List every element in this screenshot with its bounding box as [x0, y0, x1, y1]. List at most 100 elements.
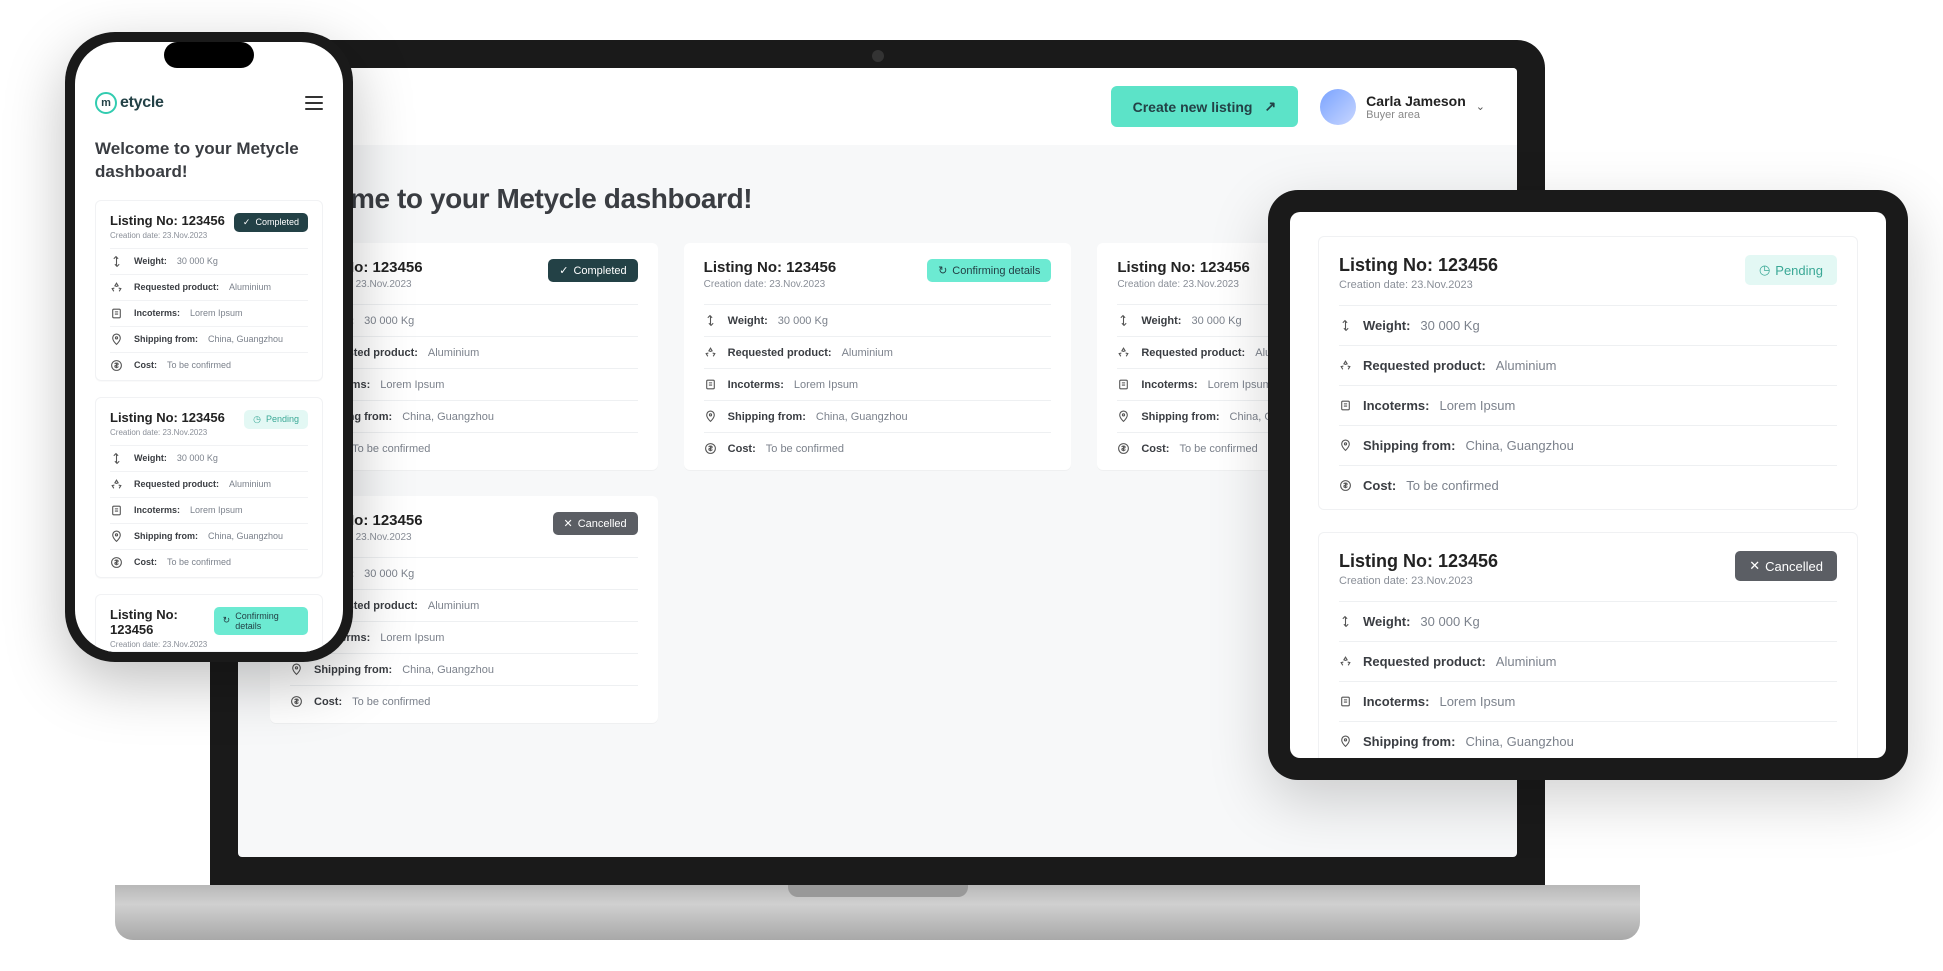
pin-icon [1339, 735, 1353, 748]
row-value: Aluminium [229, 282, 271, 292]
listing-row: Weight: 30 000 Kg [1339, 601, 1837, 641]
listing-row: Incoterms: Lorem Ipsum [110, 497, 308, 523]
listing-row: Requested product: Aluminium [704, 336, 1052, 368]
status-icon: ◷ [1759, 262, 1770, 278]
row-value: 30 000 Kg [1420, 318, 1479, 333]
row-label: Cost: [1363, 478, 1396, 493]
user-name: Carla Jameson [1366, 93, 1466, 109]
row-value: Lorem Ipsum [1208, 379, 1272, 391]
recycle-icon [1339, 655, 1353, 668]
listing-row: Incoterms: Lorem Ipsum [704, 368, 1052, 400]
card-header: Listing No: 123456 Creation date: 23.Nov… [704, 259, 1052, 290]
row-value: Lorem Ipsum [190, 505, 243, 515]
listing-card[interactable]: Listing No: 123456 Creation date: 23.Nov… [684, 243, 1072, 470]
row-label: Shipping from: [314, 664, 392, 676]
status-badge: ◷ Pending [1745, 255, 1837, 285]
listing-row: Cost: To be confirmed [110, 549, 308, 575]
row-value: Lorem Ipsum [380, 632, 444, 644]
status-icon: ✓ [559, 264, 568, 277]
listing-rows: Weight: 30 000 Kg Requested product: Alu… [704, 304, 1052, 464]
listing-title: Listing No: 123456 [110, 213, 225, 228]
status-badge: ✓ Completed [234, 213, 308, 232]
status-label: Completed [573, 265, 626, 277]
row-label: Requested product: [134, 282, 219, 292]
user-meta: Carla Jameson Buyer area [1366, 93, 1466, 121]
row-value: 30 000 Kg [364, 568, 414, 580]
tablet-listings: Listing No: 123456 Creation date: 23.Nov… [1290, 212, 1886, 758]
row-label: Shipping from: [1141, 411, 1219, 423]
listing-row: Requested product: Aluminium [110, 274, 308, 300]
listing-title: Listing No: 123456 [1117, 259, 1250, 276]
document-icon [1339, 399, 1353, 412]
recycle-icon [110, 281, 124, 294]
row-value: China, Guangzhou [1465, 438, 1573, 453]
row-label: Incoterms: [134, 308, 180, 318]
listing-card[interactable]: Listing No: 123456 Creation date: 23.Nov… [95, 200, 323, 381]
row-label: Weight: [1141, 315, 1181, 327]
listing-title: Listing No: 123456 [704, 259, 837, 276]
row-value: Lorem Ipsum [794, 379, 858, 391]
status-label: Confirming details [235, 611, 299, 631]
card-header: Listing No: 123456 Creation date: 23.Nov… [1339, 255, 1837, 291]
listing-row: Requested product: Aluminium [1339, 641, 1837, 681]
listing-card[interactable]: Listing No: 123456 Creation date: 23.Nov… [95, 594, 323, 652]
listing-title: Listing No: 123456 [1339, 551, 1498, 572]
row-value: Aluminium [842, 347, 893, 359]
user-menu[interactable]: Carla Jameson Buyer area ⌄ [1320, 89, 1485, 125]
status-badge: ✓ Completed [548, 259, 637, 282]
status-icon: ✕ [564, 517, 573, 530]
listing-created-date: Creation date: 23.Nov.2023 [110, 231, 225, 240]
listing-row: Incoterms: Lorem Ipsum [1339, 681, 1837, 721]
listing-row: Shipping from: China, Guangzhou [1339, 721, 1837, 758]
document-icon [110, 504, 124, 517]
header-actions: Create new listing ↗ Carla Jameson Buyer… [1111, 86, 1485, 127]
row-label: Weight: [728, 315, 768, 327]
laptop-camera [872, 50, 884, 62]
status-label: Cancelled [578, 518, 627, 530]
row-value: Lorem Ipsum [190, 308, 243, 318]
status-icon: ↻ [938, 264, 947, 277]
dollar-icon [1117, 442, 1131, 455]
row-value: China, Guangzhou [1465, 734, 1573, 749]
listing-row: Requested product: Aluminium [1339, 345, 1837, 385]
listing-title: Listing No: 123456 [110, 410, 225, 425]
listing-row: Weight: 30 000 Kg [1339, 305, 1837, 345]
listing-card[interactable]: Listing No: 123456 Creation date: 23.Nov… [95, 397, 323, 578]
row-label: Shipping from: [1363, 438, 1455, 453]
listing-card[interactable]: Listing No: 123456 Creation date: 23.Nov… [1318, 236, 1858, 510]
row-label: Shipping from: [134, 334, 198, 344]
row-label: Weight: [1363, 318, 1410, 333]
row-label: Requested product: [1363, 358, 1486, 373]
listing-card[interactable]: Listing No: 123456 Creation date: 23.Nov… [1318, 532, 1858, 758]
card-header: Listing No: 123456 Creation date: 23.Nov… [110, 213, 308, 240]
row-value: To be confirmed [352, 696, 430, 708]
create-listing-button[interactable]: Create new listing ↗ [1111, 86, 1299, 127]
logo[interactable]: m etycle [95, 92, 164, 114]
row-value: 30 000 Kg [1191, 315, 1241, 327]
row-label: Requested product: [134, 479, 219, 489]
dollar-icon [110, 556, 124, 569]
row-value: Lorem Ipsum [380, 379, 444, 391]
card-header: Listing No: 123456 Creation date: 23.Nov… [110, 410, 308, 437]
user-role: Buyer area [1366, 109, 1466, 121]
row-value: To be confirmed [167, 360, 231, 370]
avatar [1320, 89, 1356, 125]
weight-icon [1117, 314, 1131, 327]
listing-created-date: Creation date: 23.Nov.2023 [110, 640, 214, 649]
listing-row: Shipping from: China, Guangzhou [704, 400, 1052, 432]
listing-created-date: Creation date: 23.Nov.2023 [1339, 279, 1498, 291]
phone-listings: Listing No: 123456 Creation date: 23.Nov… [95, 200, 323, 652]
row-label: Weight: [134, 256, 167, 266]
row-label: Cost: [1141, 443, 1169, 455]
hamburger-menu-icon[interactable] [305, 96, 323, 110]
weight-icon [704, 314, 718, 327]
listing-row: Shipping from: China, Guangzhou [110, 523, 308, 549]
tablet-viewport: Listing No: 123456 Creation date: 23.Nov… [1290, 212, 1886, 758]
row-value: Lorem Ipsum [1439, 694, 1515, 709]
create-listing-label: Create new listing [1133, 99, 1253, 115]
status-label: Completed [255, 217, 299, 227]
row-label: Weight: [134, 453, 167, 463]
recycle-icon [1117, 346, 1131, 359]
status-icon: ✓ [243, 217, 251, 228]
row-label: Cost: [134, 360, 157, 370]
